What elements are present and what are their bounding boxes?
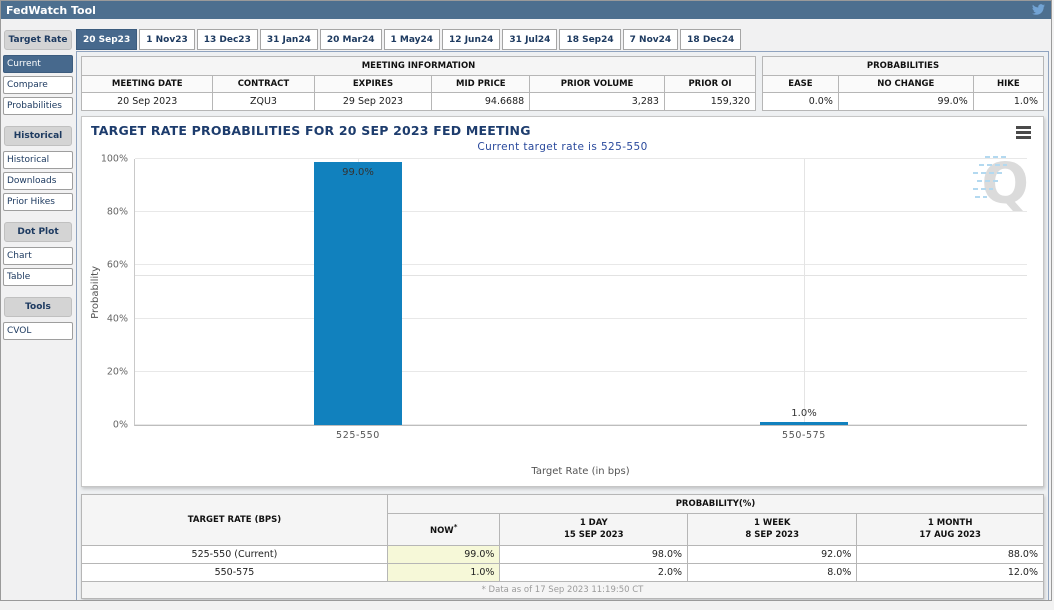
sidebar-item-chart[interactable]: Chart: [3, 247, 73, 265]
sidebar-item-current[interactable]: Current: [3, 55, 73, 73]
x-tick-label: 550-575: [782, 430, 826, 441]
column-header: MID PRICE: [431, 75, 531, 93]
meeting-information-title: MEETING INFORMATION: [81, 56, 756, 76]
now-probability: 1.0%: [386, 562, 501, 582]
meeting-tabs: 20 Sep23 1 Nov23 13 Dec23 31 Jan24 20 Ma…: [76, 29, 1049, 50]
no-change-value: 99.0%: [837, 92, 974, 111]
target-rate-label: 550-575: [81, 562, 388, 582]
y-tick-label: 80%: [106, 206, 128, 218]
plot-area: 0% 20% 40% 60% 80% 100% 99.0% 525-550 1.0% 550-57…: [101, 154, 1027, 441]
meeting-tab[interactable]: 20 Mar24: [319, 29, 382, 50]
now-column-header: NOW*: [386, 513, 501, 546]
meeting-tab[interactable]: 1 May24: [383, 29, 441, 50]
expires-value: 29 Sep 2023: [313, 92, 433, 111]
info-tables-row: MEETING INFORMATION MEETING DATE CONTRAC…: [80, 56, 1045, 111]
chart-subtitle: Current target rate is 525-550: [477, 141, 648, 153]
one-week-column-header: 1 WEEK 8 SEP 2023: [687, 513, 858, 546]
meeting-tab[interactable]: 18 Sep24: [559, 29, 621, 50]
y-tick-label: 100%: [100, 153, 128, 165]
sidebar-header-dot-plot: Dot Plot: [4, 222, 72, 242]
table-row: 550-575 1.0% 2.0% 8.0% 12.0%: [81, 562, 1044, 582]
probability-bar[interactable]: [760, 422, 848, 425]
y-tick-label: 0%: [112, 419, 128, 431]
twitter-icon[interactable]: [1032, 1, 1045, 20]
target-rate-label: 525-550 (Current): [81, 544, 388, 564]
table-row: 525-550 (Current) 99.0% 98.0% 92.0% 88.0…: [81, 544, 1044, 564]
meeting-tab[interactable]: 18 Dec24: [680, 29, 742, 50]
x-axis-label: Target Rate (in bps): [531, 466, 630, 477]
meeting-tab[interactable]: 7 Nov24: [622, 29, 679, 50]
meeting-tab[interactable]: 20 Sep23: [76, 29, 138, 50]
prior-volume-value: 3,283: [529, 92, 665, 111]
prior-oi-value: 159,320: [663, 92, 757, 111]
sidebar-header-tools: Tools: [4, 297, 72, 317]
probabilities-summary-table: PROBABILITIES EASE NO CHANGE HIKE 0.0% 9…: [762, 56, 1045, 111]
chart-menu-icon[interactable]: [1016, 126, 1031, 141]
probabilities-title: PROBABILITIES: [762, 56, 1044, 76]
target-rate-bps-header: TARGET RATE (BPS): [81, 494, 388, 546]
contract-value: ZQU3: [212, 92, 315, 111]
y-tick-label: 20%: [106, 366, 128, 378]
sidebar-header-target-rate: Target Rate: [4, 30, 72, 50]
one-day-probability: 2.0%: [499, 562, 689, 582]
bar-value-label: 1.0%: [791, 408, 817, 420]
bar-value-label: 99.0%: [342, 166, 374, 178]
y-tick-label: 40%: [106, 313, 128, 325]
column-header: EASE: [762, 75, 839, 93]
meeting-tab[interactable]: 31 Jan24: [259, 29, 318, 50]
probability-table-box: TARGET RATE (BPS) PROBABILITY(%) NOW* 1 …: [81, 494, 1045, 599]
column-header: HIKE: [972, 75, 1045, 93]
now-probability: 99.0%: [386, 544, 501, 564]
one-month-probability: 12.0%: [856, 562, 1044, 582]
column-header: PRIOR OI: [663, 75, 757, 93]
one-month-column-header: 1 MONTH 17 AUG 2023: [856, 513, 1044, 546]
probability-chart: TARGET RATE PROBABILITIES FOR 20 SEP 202…: [81, 116, 1044, 487]
sidebar-item-cvol[interactable]: CVOL: [3, 322, 73, 340]
data-as-of-footnote: * Data as of 17 Sep 2023 11:19:50 CT: [81, 580, 1044, 599]
sidebar-item-downloads[interactable]: Downloads: [3, 172, 73, 190]
sidebar: Target Rate Current Compare Probabilitie…: [3, 30, 73, 343]
main-content: 20 Sep23 1 Nov23 13 Dec23 31 Jan24 20 Ma…: [76, 29, 1049, 600]
chart-title: TARGET RATE PROBABILITIES FOR 20 SEP 202…: [91, 123, 531, 138]
top-header-bar: FedWatch Tool: [1, 1, 1051, 19]
y-axis-label: Probability: [90, 266, 101, 319]
y-tick-label: 60%: [106, 259, 128, 271]
content-panel: MEETING INFORMATION MEETING DATE CONTRAC…: [76, 51, 1049, 600]
sidebar-item-probabilities[interactable]: Probabilities: [3, 97, 73, 115]
one-month-probability: 88.0%: [856, 544, 1044, 564]
sidebar-item-table[interactable]: Table: [3, 268, 73, 286]
probability-bar[interactable]: [314, 161, 402, 425]
sidebar-item-prior-hikes[interactable]: Prior Hikes: [3, 193, 73, 211]
meeting-tab[interactable]: 12 Jun24: [442, 29, 501, 50]
meeting-information-table: MEETING INFORMATION MEETING DATE CONTRAC…: [80, 56, 757, 111]
fedwatch-app: FedWatch Tool Target Rate Current Compar…: [0, 0, 1052, 601]
probability-group-header: PROBABILITY(%): [386, 494, 1045, 514]
one-day-probability: 98.0%: [499, 544, 689, 564]
column-header: CONTRACT: [212, 75, 315, 93]
meeting-tab[interactable]: 1 Nov23: [139, 29, 195, 50]
column-header: MEETING DATE: [80, 75, 214, 93]
mid-price-value: 94.6688: [431, 92, 531, 111]
sidebar-item-historical[interactable]: Historical: [3, 151, 73, 169]
meeting-tab[interactable]: 31 Jul24: [502, 29, 558, 50]
app-title: FedWatch Tool: [6, 3, 96, 17]
column-header: NO CHANGE: [837, 75, 974, 93]
quikstrike-watermark-icon: Q: [973, 152, 1029, 217]
sidebar-item-compare[interactable]: Compare: [3, 76, 73, 94]
one-week-probability: 92.0%: [687, 544, 858, 564]
hike-value: 1.0%: [972, 92, 1045, 111]
sidebar-header-historical: Historical: [4, 126, 72, 146]
meeting-date-value: 20 Sep 2023: [80, 92, 214, 111]
column-header: EXPIRES: [313, 75, 433, 93]
ease-value: 0.0%: [762, 92, 839, 111]
one-week-probability: 8.0%: [687, 562, 858, 582]
one-day-column-header: 1 DAY 15 SEP 2023: [499, 513, 689, 546]
probability-table: TARGET RATE (BPS) PROBABILITY(%) NOW* 1 …: [81, 494, 1045, 599]
column-header: PRIOR VOLUME: [529, 75, 665, 93]
x-tick-label: 525-550: [336, 430, 380, 441]
meeting-tab[interactable]: 13 Dec23: [196, 29, 258, 50]
